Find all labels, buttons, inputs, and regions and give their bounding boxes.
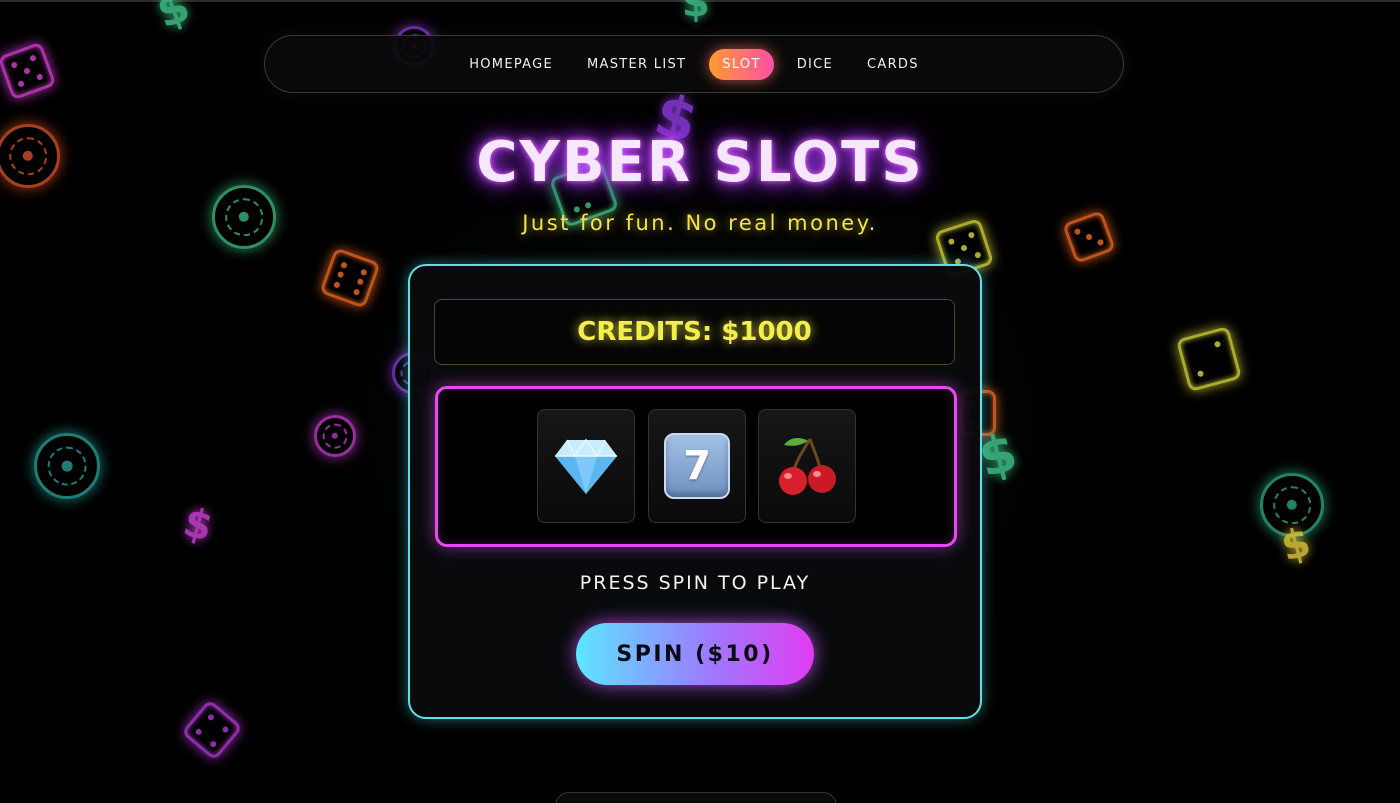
die-pip — [336, 270, 344, 279]
nav-homepage[interactable]: HOMEPAGE — [458, 49, 564, 80]
bottom-panel-edge — [555, 792, 837, 803]
die-pip — [206, 712, 216, 721]
nav-dice[interactable]: DICE — [786, 49, 844, 80]
top-nav: HOMEPAGE MASTER LIST SLOT DICE CARDS — [264, 35, 1124, 93]
die-icon — [181, 699, 243, 761]
die-pip — [1096, 238, 1105, 247]
die-pip — [359, 267, 368, 276]
slot-machine: CREDITS: $1000 7 PRESS SPIN TO PLAY SPIN… — [408, 264, 982, 719]
die-pip — [584, 200, 592, 209]
die-pip — [356, 277, 364, 286]
die-icon — [0, 41, 57, 101]
die-icon — [319, 247, 381, 309]
reels-window: 7 — [435, 386, 957, 547]
die-pip — [35, 73, 44, 81]
nav-slot[interactable]: SLOT — [709, 48, 774, 80]
seven-icon: 7 — [664, 433, 730, 499]
status-text: PRESS SPIN TO PLAY — [579, 572, 811, 594]
die-icon — [1175, 325, 1243, 393]
nav-cards[interactable]: CARDS — [856, 49, 930, 80]
die-pip — [221, 724, 230, 734]
chip-icon — [34, 433, 100, 499]
dollar-icon: $ — [682, 0, 710, 26]
dollar-icon: $ — [150, 0, 197, 39]
credits-display: CREDITS: $1000 — [434, 299, 955, 365]
die-pip — [1213, 340, 1222, 348]
die-pip — [17, 79, 25, 88]
seven-icon-label: 7 — [683, 443, 711, 489]
die-pip — [208, 739, 218, 748]
page-title: CYBER SLOTS — [476, 130, 924, 195]
die-pip — [29, 54, 37, 63]
die-pip — [1196, 370, 1205, 378]
reel-2: 7 — [648, 409, 746, 523]
page-background: $ $ $ $ $ $ HOMEPAGE MASTER LIST SLOT DICE CA… — [0, 0, 1400, 803]
chip-icon — [314, 415, 356, 457]
die-pip — [23, 67, 31, 75]
die-pip — [10, 61, 19, 69]
die-pip — [946, 237, 955, 246]
spin-button[interactable]: SPIN ($10) — [576, 623, 814, 685]
reel-3 — [758, 409, 856, 523]
die-pip — [332, 280, 341, 289]
nav-master-list[interactable]: MASTER LIST — [576, 49, 697, 80]
die-pip — [339, 260, 348, 269]
cherries-icon — [779, 438, 836, 495]
die-pip — [960, 244, 968, 252]
reel-1 — [537, 409, 635, 523]
die-pip — [352, 287, 361, 296]
page-subtitle: Just for fun. No real money. — [522, 211, 878, 235]
die-pip — [194, 726, 203, 736]
dollar-icon: $ — [178, 499, 218, 551]
diamond-icon — [555, 438, 617, 494]
die-pip — [973, 250, 982, 259]
